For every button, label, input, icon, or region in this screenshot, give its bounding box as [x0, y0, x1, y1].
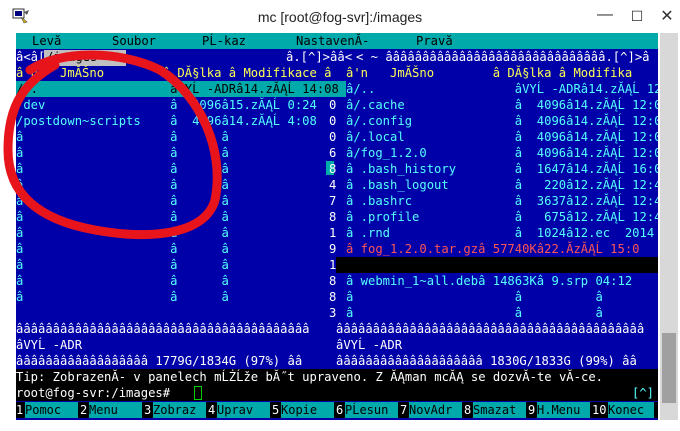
fkey-zobraz-button[interactable]: Zobraz — [153, 402, 206, 418]
mid-column-digit: 0 — [329, 98, 337, 112]
left-panel-separator: ââââââââââââââââââââââââââââââââââââââââ — [16, 322, 310, 336]
mid-column-digit: 8 — [329, 274, 337, 288]
window-title: mc [root@fog-svr]:/images — [257, 9, 423, 25]
fkey-novadr-button[interactable]: NovAdr — [409, 402, 462, 418]
function-key-bar: 1 Pomoc 2 Menu 3 Zobraz 4 Uprav 5 Kopie 6 PĹesun 7 No… — [16, 402, 658, 418]
menu-file[interactable]: Soubor — [112, 33, 156, 49]
left-panel-top-border: â<â[ — [16, 50, 46, 64]
right-panel-row[interactable]: â â â — [346, 289, 603, 305]
left-panel-row[interactable]: /postdown~scripts â 4096â14.zĂĄĹ 4:08 — [16, 113, 317, 129]
fkey-smazat-button[interactable]: Smazat — [473, 402, 526, 418]
mid-column-digit: 3 — [329, 306, 337, 320]
tip-line: Tip: ZobrazenĂ- v panelech mĹŻĹže bĂ˝t u… — [16, 370, 603, 384]
right-panel-row[interactable]: â .bashrc â 3637â12.zĂĄĹ 12:4 — [346, 193, 658, 209]
fkey-number: 3 — [144, 403, 152, 417]
right-panel-top-border: < ~ ââââââââââââââââââââââââââââââ.[^]>â — [356, 50, 650, 64]
left-panel-row[interactable]: â â â — [16, 177, 229, 193]
prompt-scroll-indicator[interactable]: [^] — [632, 385, 654, 401]
fkey-pomoc-button[interactable]: Pomoc — [25, 402, 78, 418]
fkey-number: 1 — [16, 403, 24, 417]
right-panel-row[interactable]: â â â — [346, 305, 603, 321]
mid-column-digit: 9 — [329, 242, 337, 256]
menu-options[interactable]: NastavenĂ- — [296, 33, 369, 49]
mid-column-digit: 4 — [329, 178, 337, 192]
window-titlebar: mc [root@fog-svr]:/images — ☐ ✕ — [0, 0, 680, 33]
mid-column-digit: 0 — [329, 130, 337, 144]
fkey-number: 6 — [336, 403, 344, 417]
right-panel-row[interactable]: â .rnd â 1024â12.ec 2014 — [346, 225, 654, 241]
fkey-number: 9 — [528, 403, 536, 417]
close-button[interactable]: ✕ — [652, 6, 680, 26]
fkey-number: 5 — [272, 403, 280, 417]
left-panel-info: âVYĹ -ADR — [16, 338, 83, 352]
left-panel-row[interactable]: â â â — [16, 193, 229, 209]
mid-column-digit: 8 — [329, 290, 337, 304]
right-panel-row[interactable]: â .bash_history â 1647â14.zĂĄĹ 16:0 — [346, 161, 658, 177]
fkey-number: 10 — [592, 403, 607, 417]
fkey-konec-button[interactable]: Konec — [608, 402, 654, 418]
fkey-number: 8 — [464, 403, 472, 417]
right-panel-row[interactable]: â/.cache â 4096â14.zĂĄĹ 12:0 — [346, 97, 658, 113]
right-panel-row[interactable]: â fog_1.2.0.tar.gzâ 57740Kâ22.ĂzĂĄĹ 15:0 — [346, 241, 640, 257]
fkey-hmenu-button[interactable]: H.Menu — [537, 402, 590, 418]
fkey-pesun-button[interactable]: PĹesun — [345, 402, 398, 418]
mid-column-digit: 7 — [329, 194, 337, 208]
right-panel-blank-row — [336, 257, 658, 273]
left-panel-footer: ââââââââââââââââââ 1779G/1834G (97%) ââ — [16, 354, 303, 368]
mid-column-digit: 8 — [329, 210, 337, 224]
left-panel-row[interactable]: â â â — [16, 241, 229, 257]
left-panel-row[interactable]: â â â — [16, 273, 229, 289]
fkey-number: 2 — [80, 403, 88, 417]
fkey-menu-button[interactable]: Menu — [89, 402, 142, 418]
minimize-button[interactable]: — — [590, 6, 620, 24]
command-prompt[interactable]: root@fog-svr:/images# — [16, 385, 177, 401]
right-panel-separator: ââââââââââââââââââââââââââââââââââââââââ… — [336, 322, 645, 336]
menu-command[interactable]: PĹ-kaz — [202, 33, 246, 49]
mid-column-digit: 1 — [329, 258, 337, 272]
right-panel-info: âVYĹ -ADR — [336, 338, 403, 352]
right-panel-header: â'n JmĂŠno â DĂ§lka â Modifika — [346, 66, 633, 80]
right-panel-row[interactable]: â/fog_1.2.0 â 4096â14.zĂĄĹ 12:0 — [346, 145, 658, 161]
left-panel-row[interactable]: â â â — [16, 289, 229, 305]
right-panel-row[interactable]: â/.config â 4096â14.zĂĄĹ 12:0 — [346, 113, 658, 129]
right-panel-row[interactable]: â webmin_1~all.debâ 14863Kâ 9.srp 04:12 — [346, 273, 632, 289]
fkey-number: 7 — [400, 403, 408, 417]
right-panel-row[interactable]: â .profile â 675â12.zĂĄĹ 12:4 — [346, 209, 658, 225]
left-panel-row[interactable]: â â â — [16, 225, 229, 241]
menu-right[interactable]: Pravă — [416, 33, 460, 49]
fkey-uprav-button[interactable]: Uprav — [217, 402, 270, 418]
left-panel-top-right: â.[^]>ââ< — [286, 50, 353, 64]
menu-left[interactable]: Levă — [32, 33, 69, 49]
window-scrollbar[interactable] — [660, 33, 678, 420]
mid-column-digit: 0 — [329, 114, 337, 128]
left-panel-row[interactable]: â â â — [16, 129, 229, 145]
left-panel-row[interactable]: â â â — [16, 257, 229, 273]
left-panel-row[interactable]: â â â — [16, 209, 229, 225]
left-panel-header: â'n JmĂŠno â DĂ§lka â Modifikace â — [16, 66, 332, 80]
scrollbar-thumb[interactable] — [662, 333, 676, 403]
mid-column-digit: 6 — [329, 146, 337, 160]
left-panel-path[interactable]: /images — [46, 49, 97, 65]
mid-column-digit: 1 — [329, 226, 337, 240]
right-panel-footer: ââââââââââââââââââââ 1830G/1833G (99%) â… — [336, 354, 637, 368]
fkey-number: 4 — [208, 403, 216, 417]
left-panel-row[interactable]: â â â — [16, 161, 229, 177]
right-panel-row[interactable]: â .bash_logout â 220â12.zĂĄĹ 12:4 — [346, 177, 658, 193]
terminal[interactable]: Levă Soubor PĹ-kaz NastavenĂ- Pravă â<â[… — [16, 33, 658, 420]
fkey-kopie-button[interactable]: Kopie — [281, 402, 334, 418]
maximize-button[interactable]: ☐ — [622, 8, 652, 25]
right-panel-row[interactable]: â/.. âVYĹ -ADRâ14.zĂĄĹ 12 — [346, 81, 658, 97]
text-cursor — [194, 386, 202, 400]
right-panel-row[interactable]: â/.local â 4096â14.zĂĄĹ 12:0 — [346, 129, 658, 145]
left-panel-row[interactable]: â â â — [16, 145, 229, 161]
mid-column-digit: 8 — [329, 162, 337, 176]
left-panel-row[interactable]: /dev â 4096â15.zĂĄĹ 0:24 — [16, 97, 317, 113]
left-panel-row[interactable]: /.. âVYĹ -ADRâ14.zĂĄĹ 14:08 — [16, 81, 339, 97]
